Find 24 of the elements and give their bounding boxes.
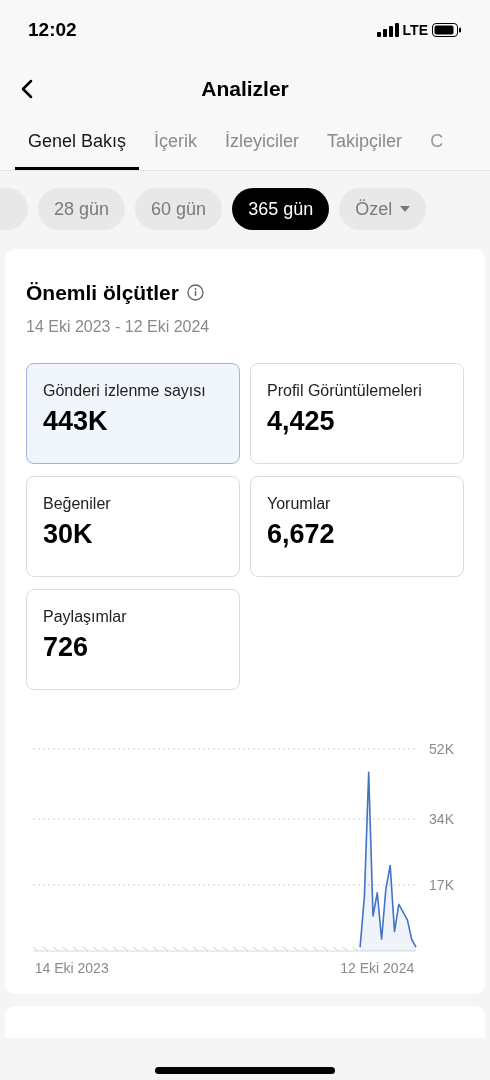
axis-label: 17K <box>429 876 454 893</box>
signal-icon <box>376 23 399 37</box>
metric-tile[interactable]: Paylaşımlar 726 <box>26 588 240 690</box>
caret-icon <box>400 206 411 212</box>
network-label: LTE <box>402 20 428 40</box>
metric-tile[interactable]: Beğeniler 30K <box>26 475 240 577</box>
status-time: 12:02 <box>28 17 77 42</box>
axis-label: 52K <box>429 740 454 757</box>
range-chip[interactable]: 28 gün <box>38 188 126 230</box>
section-title: Önemli ölçütler <box>26 280 179 306</box>
metric-tile[interactable]: Yorumlar 6,672 <box>250 475 464 577</box>
axis-label: 34K <box>429 810 454 827</box>
page-title: Analizler <box>201 76 289 103</box>
tab[interactable]: Genel Bakış <box>15 128 140 170</box>
battery-icon <box>432 23 462 37</box>
range-chip[interactable]: 365 gün <box>232 188 330 230</box>
metric-tile[interactable]: Profil Görüntülemeleri 4,425 <box>250 362 464 464</box>
range-chip[interactable]: 60 gün <box>135 188 223 230</box>
date-range: 14 Eki 2023 - 12 Eki 2024 <box>26 316 211 337</box>
range-chip[interactable]: Özel <box>339 188 427 230</box>
axis-label: 14 Eki 2023 <box>34 959 109 976</box>
metric-tile[interactable]: Gönderi izlenme sayısı 443K <box>26 362 240 464</box>
info-icon[interactable] <box>186 284 204 302</box>
axis-label: 12 Eki 2024 <box>340 959 415 976</box>
